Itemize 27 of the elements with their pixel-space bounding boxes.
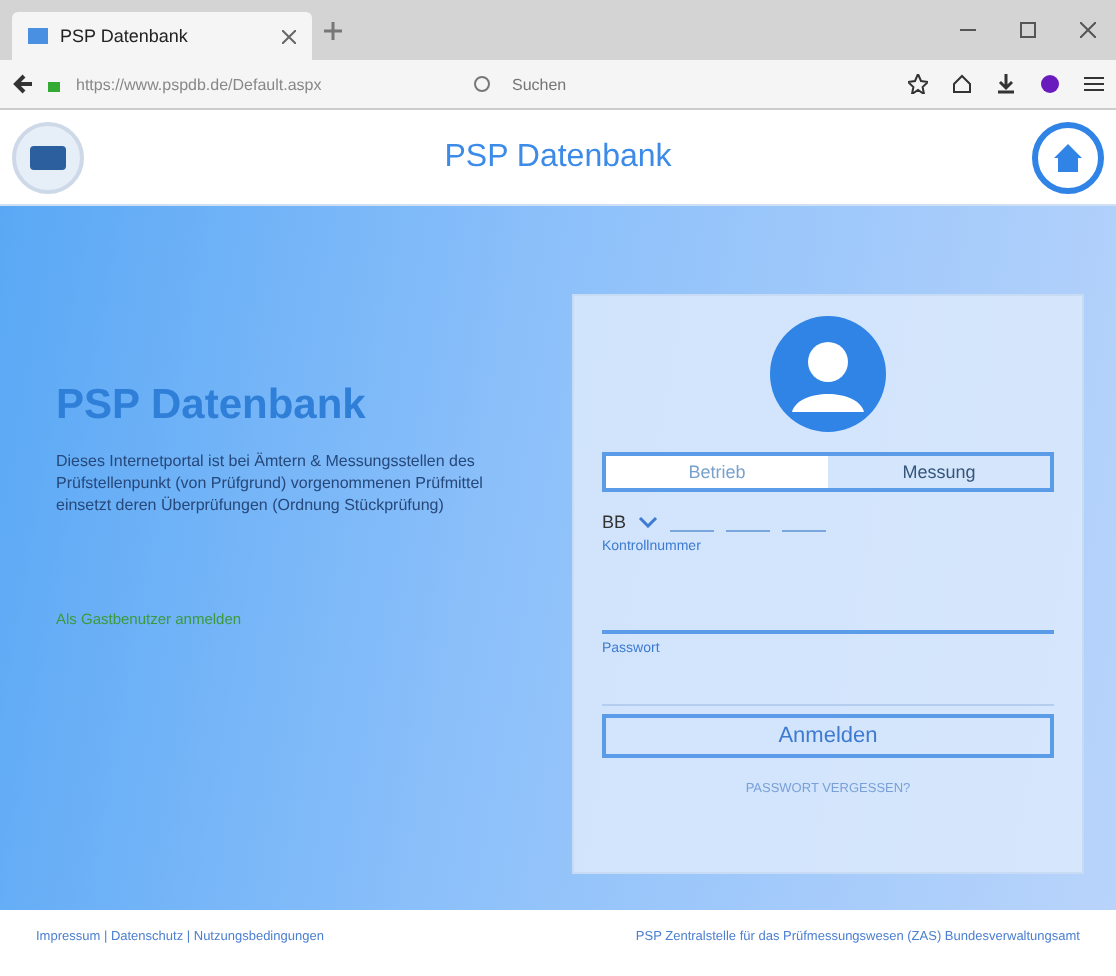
chevron-icon[interactable] [638,516,659,528]
close-icon[interactable] [282,29,296,43]
plus-icon[interactable] [324,21,342,39]
back-icon[interactable] [12,74,32,94]
login-tab[interactable]: Messung [828,456,1050,488]
home-button[interactable] [1032,121,1104,193]
logo-icon[interactable] [12,121,84,193]
search-field[interactable]: Suchen [508,73,816,95]
intro-text: Dieses Internetportal ist bei Ämtern & Messungsstellen des Prüfstellenpunkt (von Prüfgrund) vorgenommenen Prüfmittel einsetzt deren Überprüfungen (Ordnung Stückprüfung) [56,450,485,518]
intro-heading: PSP Datenbank [56,382,368,430]
browser-tab[interactable]: PSP Datenbank [12,12,312,60]
address-field[interactable]: https://www.pspdb.de/Default.aspx [76,75,456,93]
menu-icon[interactable] [1084,74,1104,94]
circle-icon[interactable] [1040,74,1060,94]
home-icon[interactable] [952,74,972,94]
star-icon[interactable] [908,74,928,94]
close-icon[interactable] [1080,22,1096,38]
login-tab[interactable]: Betrieb [606,456,828,488]
download-icon[interactable] [996,74,1016,94]
login-button[interactable]: Anmelden [602,714,1054,758]
maximize-icon[interactable] [1020,22,1036,38]
home-icon [1052,141,1084,173]
user-avatar-icon [770,316,886,432]
reload-icon[interactable] [472,74,492,94]
prefix-select[interactable]: BB [602,512,627,532]
page-icon [28,28,48,44]
page-title: PSP Datenbank [444,139,672,175]
